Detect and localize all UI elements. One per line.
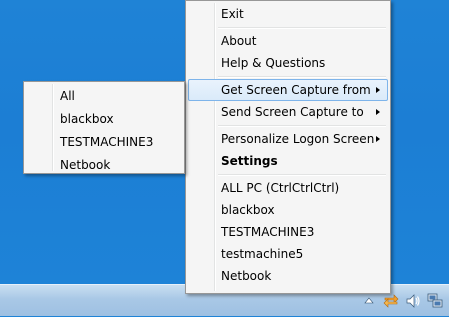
menu-item-exit[interactable]: Exit: [188, 3, 388, 25]
volume-icon[interactable]: [405, 293, 421, 309]
menu-item-label: Settings: [221, 154, 278, 168]
menu-item-label: blackbox: [221, 203, 275, 217]
menu-item-label: Help & Questions: [221, 56, 326, 70]
submenu-item-label: blackbox: [60, 112, 114, 126]
menu-item-label: Personalize Logon Screen: [221, 132, 375, 146]
submenu-item-label: TESTMACHINE3: [60, 135, 154, 149]
app-swap-icon[interactable]: [383, 293, 399, 309]
submenu-item-testmachine3[interactable]: TESTMACHINE3: [26, 131, 182, 154]
menu-item-label: Get Screen Capture from: [221, 83, 371, 97]
submenu-item-blackbox[interactable]: blackbox: [26, 108, 182, 131]
menu-item-personalize-logon-screen[interactable]: Personalize Logon Screen: [188, 128, 388, 150]
menu-item-label: Send Screen Capture to: [221, 105, 364, 119]
get-screen-capture-submenu: All blackbox TESTMACHINE3 Netbook: [23, 81, 185, 174]
menu-item-label: ALL PC (CtrlCtrlCtrl): [221, 181, 340, 195]
submenu-item-label: Netbook: [60, 158, 111, 172]
submenu-arrow-icon: [376, 87, 380, 93]
menu-item-send-screen-capture-to[interactable]: Send Screen Capture to: [188, 101, 388, 123]
menu-item-label: Exit: [221, 7, 244, 21]
menu-item-label: About: [221, 34, 257, 48]
submenu-item-netbook[interactable]: Netbook: [26, 154, 182, 177]
menu-item-blackbox[interactable]: blackbox: [188, 199, 388, 221]
menu-item-label: testmachine5: [221, 247, 304, 261]
submenu-arrow-icon: [376, 136, 380, 142]
menu-item-all-pc[interactable]: ALL PC (CtrlCtrlCtrl): [188, 177, 388, 199]
menu-item-label: Netbook: [221, 269, 272, 283]
submenu-item-all[interactable]: All: [26, 85, 182, 108]
menu-item-help-questions[interactable]: Help & Questions: [188, 52, 388, 74]
menu-item-about[interactable]: About: [188, 30, 388, 52]
submenu-arrow-icon: [376, 109, 380, 115]
network-icon[interactable]: [427, 293, 443, 309]
tray-context-menu: Exit About Help & Questions Get Screen C…: [185, 0, 391, 294]
menu-item-netbook[interactable]: Netbook: [188, 265, 388, 287]
menu-item-testmachine5[interactable]: testmachine5: [188, 243, 388, 265]
menu-item-testmachine3[interactable]: TESTMACHINE3: [188, 221, 388, 243]
submenu-item-label: All: [60, 89, 75, 103]
menu-item-label: TESTMACHINE3: [221, 225, 315, 239]
menu-item-get-screen-capture-from[interactable]: Get Screen Capture from: [188, 79, 388, 101]
menu-item-settings[interactable]: Settings: [188, 150, 388, 172]
show-hidden-icons-arrow-icon[interactable]: [361, 293, 377, 309]
